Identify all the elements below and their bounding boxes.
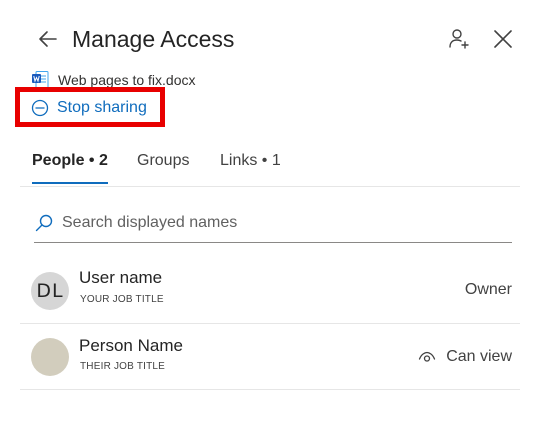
divider xyxy=(20,389,520,390)
tab-people[interactable]: People • 2 xyxy=(32,148,108,174)
divider xyxy=(20,186,520,187)
search-input[interactable] xyxy=(62,214,482,232)
close-icon xyxy=(494,30,512,48)
tab-links[interactable]: Links • 1 xyxy=(220,148,281,174)
close-button[interactable] xyxy=(491,27,515,51)
avatar xyxy=(31,338,69,376)
search-icon xyxy=(35,214,53,232)
add-person-button[interactable] xyxy=(447,27,471,51)
person-row-owner[interactable]: DL User name YOUR JOB TITLE Owner xyxy=(20,258,520,324)
back-button[interactable] xyxy=(36,27,60,51)
active-tab-indicator xyxy=(32,182,108,184)
person-job-title: YOUR JOB TITLE xyxy=(80,294,164,305)
tab-groups[interactable]: Groups xyxy=(137,148,189,174)
stop-sharing-button[interactable]: Stop sharing xyxy=(31,97,147,119)
arrow-left-icon xyxy=(39,31,57,47)
permission-text: Owner xyxy=(464,281,512,298)
person-row-viewer[interactable]: Person Name THEIR JOB TITLE Can view xyxy=(20,324,520,390)
minus-circle-icon xyxy=(31,99,49,117)
file-name: Web pages to fix.docx xyxy=(58,72,196,88)
permission-dropdown[interactable]: Can view xyxy=(418,348,512,366)
permission-text: Can view xyxy=(446,348,512,365)
eye-icon xyxy=(419,351,436,362)
permission-label[interactable]: Owner xyxy=(465,281,512,299)
page-title: Manage Access xyxy=(72,26,235,52)
person-job-title: THEIR JOB TITLE xyxy=(80,361,166,372)
person-name: User name xyxy=(79,268,163,287)
person-add-icon xyxy=(449,29,469,49)
search-box[interactable] xyxy=(34,204,512,243)
stop-sharing-label: Stop sharing xyxy=(57,99,147,116)
avatar: DL xyxy=(31,272,69,310)
person-name: Person Name xyxy=(79,336,183,355)
